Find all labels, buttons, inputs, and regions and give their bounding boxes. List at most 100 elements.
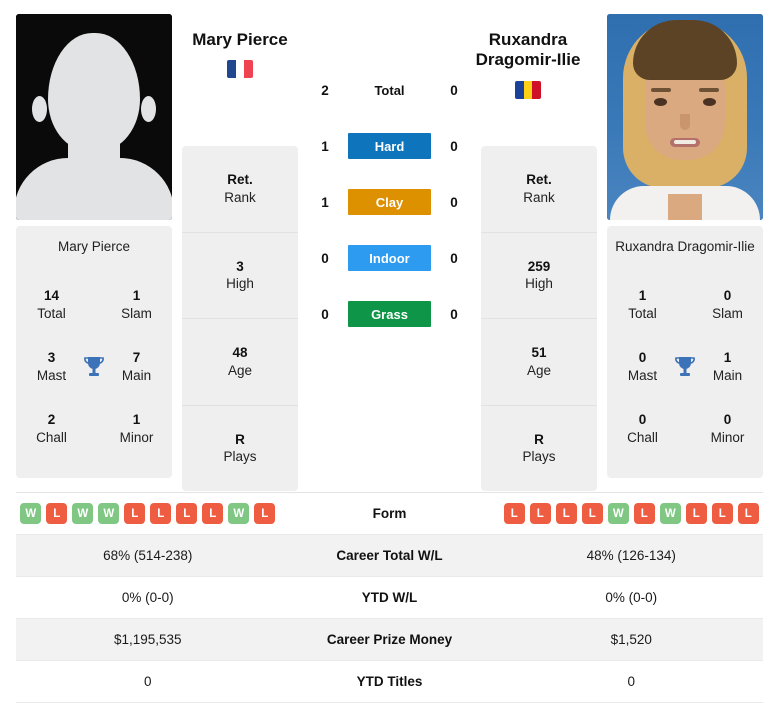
h2h-indoor-bar[interactable]: Indoor bbox=[348, 245, 431, 271]
flag-stripe-2 bbox=[523, 80, 533, 99]
h2h-hard-bar[interactable]: Hard bbox=[348, 133, 431, 159]
form-badge-w[interactable]: W bbox=[607, 503, 629, 524]
right-stat-column: Ret. Rank 259 High 51 Age R Plays bbox=[481, 146, 597, 491]
right-stat-plays-label: Plays bbox=[522, 449, 556, 465]
left-titles-total-value: 14 bbox=[43, 288, 60, 304]
row-label-ytd-wl: YTD W/L bbox=[361, 590, 418, 605]
left-titles-minor-label: Minor bbox=[119, 429, 154, 445]
right-titles-slam: 0 Slam bbox=[702, 287, 753, 322]
h2h-grass-bar[interactable]: Grass bbox=[348, 301, 431, 327]
form-badge-w[interactable]: W bbox=[228, 503, 250, 524]
left-stat-rank: Ret. Rank bbox=[182, 146, 298, 233]
right-form-cell: LLLLWLWLLL bbox=[500, 503, 764, 524]
left-titles-main-label: Main bbox=[121, 367, 152, 383]
form-badge-l[interactable]: L bbox=[176, 503, 198, 524]
left-prize-money: $1,195,535 bbox=[113, 632, 182, 647]
left-trophy-icon bbox=[77, 355, 111, 379]
left-ytd-titles: 0 bbox=[143, 674, 152, 689]
table-row-ytd-wl: 0% (0-0) YTD W/L 0% (0-0) bbox=[16, 577, 763, 619]
left-titles-card: 14 Total 1 Slam 3 Mast 7 Main 2 Chall 1 … bbox=[16, 267, 172, 478]
right-stat-rank-label: Rank bbox=[523, 189, 555, 205]
left-stat-high-label: High bbox=[226, 276, 254, 292]
head-to-head-panel: 2 Total 0 1 Hard 0 1 Clay 0 0 Indoor 0 0 bbox=[308, 14, 471, 342]
left-titles-main: 7 Main bbox=[111, 349, 162, 384]
left-stat-plays-label: Plays bbox=[223, 449, 257, 465]
form-badge-l[interactable]: L bbox=[737, 503, 759, 524]
right-titles-chall: 0 Chall bbox=[617, 411, 668, 446]
right-titles-minor-label: Minor bbox=[710, 429, 745, 445]
form-badge-w[interactable]: W bbox=[98, 503, 120, 524]
right-player-name: Ruxandra Dragomir-Ilie bbox=[475, 30, 581, 70]
right-stat-plays: R Plays bbox=[481, 406, 597, 492]
h2h-hard-right-score: 0 bbox=[450, 138, 458, 154]
left-stat-rank-value: Ret. bbox=[227, 172, 253, 188]
right-player-photo[interactable] bbox=[607, 14, 763, 220]
h2h-total-left-score: 2 bbox=[321, 82, 329, 98]
right-player-heading[interactable]: Ruxandra Dragomir-Ilie bbox=[448, 30, 608, 99]
flag-stripe-1 bbox=[227, 60, 236, 79]
right-titles-row-2: 0 Mast 1 Main bbox=[617, 336, 753, 398]
left-player-photo[interactable] bbox=[16, 14, 172, 220]
h2h-total-label: Total bbox=[374, 82, 405, 98]
h2h-clay-left-score: 1 bbox=[321, 194, 329, 210]
left-career-wl: 68% (514-238) bbox=[103, 548, 193, 563]
form-badge-w[interactable]: W bbox=[20, 503, 42, 524]
left-titles-chall: 2 Chall bbox=[26, 411, 77, 446]
h2h-row-total: 2 Total 0 bbox=[308, 62, 471, 118]
h2h-clay-bar[interactable]: Clay bbox=[348, 189, 431, 215]
left-player-heading[interactable]: Mary Pierce bbox=[160, 30, 320, 79]
comparison-table: WLWWLLLLWL Form LLLLWLWLLL 68% (514-238)… bbox=[16, 492, 763, 703]
right-titles-row-3: 0 Chall 0 Minor bbox=[617, 398, 753, 460]
right-titles-slam-value: 0 bbox=[723, 288, 732, 304]
form-badge-l[interactable]: L bbox=[555, 503, 577, 524]
form-badge-l[interactable]: L bbox=[124, 503, 146, 524]
h2h-clay-right-score: 0 bbox=[450, 194, 458, 210]
left-titles-total-label: Total bbox=[37, 305, 66, 321]
left-player-name: Mary Pierce bbox=[192, 30, 288, 49]
left-titles-slam: 1 Slam bbox=[111, 287, 162, 322]
right-stat-high-label: High bbox=[525, 276, 553, 292]
form-badge-l[interactable]: L bbox=[46, 503, 68, 524]
right-titles-chall-label: Chall bbox=[627, 429, 658, 445]
left-stat-plays: R Plays bbox=[182, 406, 298, 492]
right-titles-mast-label: Mast bbox=[627, 367, 658, 383]
form-badge-w[interactable]: W bbox=[659, 503, 681, 524]
h2h-row-hard: 1 Hard 0 bbox=[308, 118, 471, 174]
h2h-grass-left-score: 0 bbox=[321, 306, 329, 322]
left-titles-mast: 3 Mast bbox=[26, 349, 77, 384]
form-badge-l[interactable]: L bbox=[202, 503, 224, 524]
france-flag-icon bbox=[227, 60, 253, 79]
form-badge-l[interactable]: L bbox=[150, 503, 172, 524]
form-badge-l[interactable]: L bbox=[503, 503, 525, 524]
right-player-name-label: Ruxandra Dragomir-Ilie bbox=[607, 226, 763, 268]
row-label-career-wl: Career Total W/L bbox=[336, 548, 443, 563]
left-titles-row-1: 14 Total 1 Slam bbox=[26, 274, 162, 336]
right-stat-rank: Ret. Rank bbox=[481, 146, 597, 233]
right-titles-main-value: 1 bbox=[723, 350, 732, 366]
left-form-cell: WLWWLLLLWL bbox=[16, 503, 280, 524]
form-badge-l[interactable]: L bbox=[685, 503, 707, 524]
row-label-prize-money: Career Prize Money bbox=[326, 632, 453, 647]
form-badge-l[interactable]: L bbox=[254, 503, 276, 524]
form-badge-l[interactable]: L bbox=[529, 503, 551, 524]
form-badge-w[interactable]: W bbox=[72, 503, 94, 524]
right-ytd-titles: 0 bbox=[627, 674, 635, 689]
left-titles-mast-label: Mast bbox=[36, 367, 67, 383]
h2h-row-grass: 0 Grass 0 bbox=[308, 286, 471, 342]
left-player-column: Mary Pierce 14 Total 1 Slam 3 Mast 7 Mai… bbox=[16, 14, 172, 478]
form-badge-l[interactable]: L bbox=[711, 503, 733, 524]
form-badge-l[interactable]: L bbox=[581, 503, 603, 524]
flag-stripe-1 bbox=[515, 80, 524, 99]
top-comparison-area: Mary Pierce 14 Total 1 Slam 3 Mast 7 Mai… bbox=[0, 0, 779, 492]
form-badge-l[interactable]: L bbox=[633, 503, 655, 524]
left-titles-total: 14 Total bbox=[26, 287, 77, 322]
right-stat-age-value: 51 bbox=[531, 345, 547, 361]
right-player-column: Ruxandra Dragomir-Ilie 1 Total 0 Slam 0 bbox=[607, 14, 763, 478]
right-trophy-icon bbox=[668, 355, 702, 379]
left-stat-high-value: 3 bbox=[236, 258, 244, 274]
romania-flag-icon bbox=[515, 80, 541, 99]
right-titles-chall-value: 0 bbox=[638, 412, 647, 428]
left-titles-row-3: 2 Chall 1 Minor bbox=[26, 398, 162, 460]
right-titles-slam-label: Slam bbox=[712, 305, 743, 321]
right-titles-main: 1 Main bbox=[702, 349, 753, 384]
